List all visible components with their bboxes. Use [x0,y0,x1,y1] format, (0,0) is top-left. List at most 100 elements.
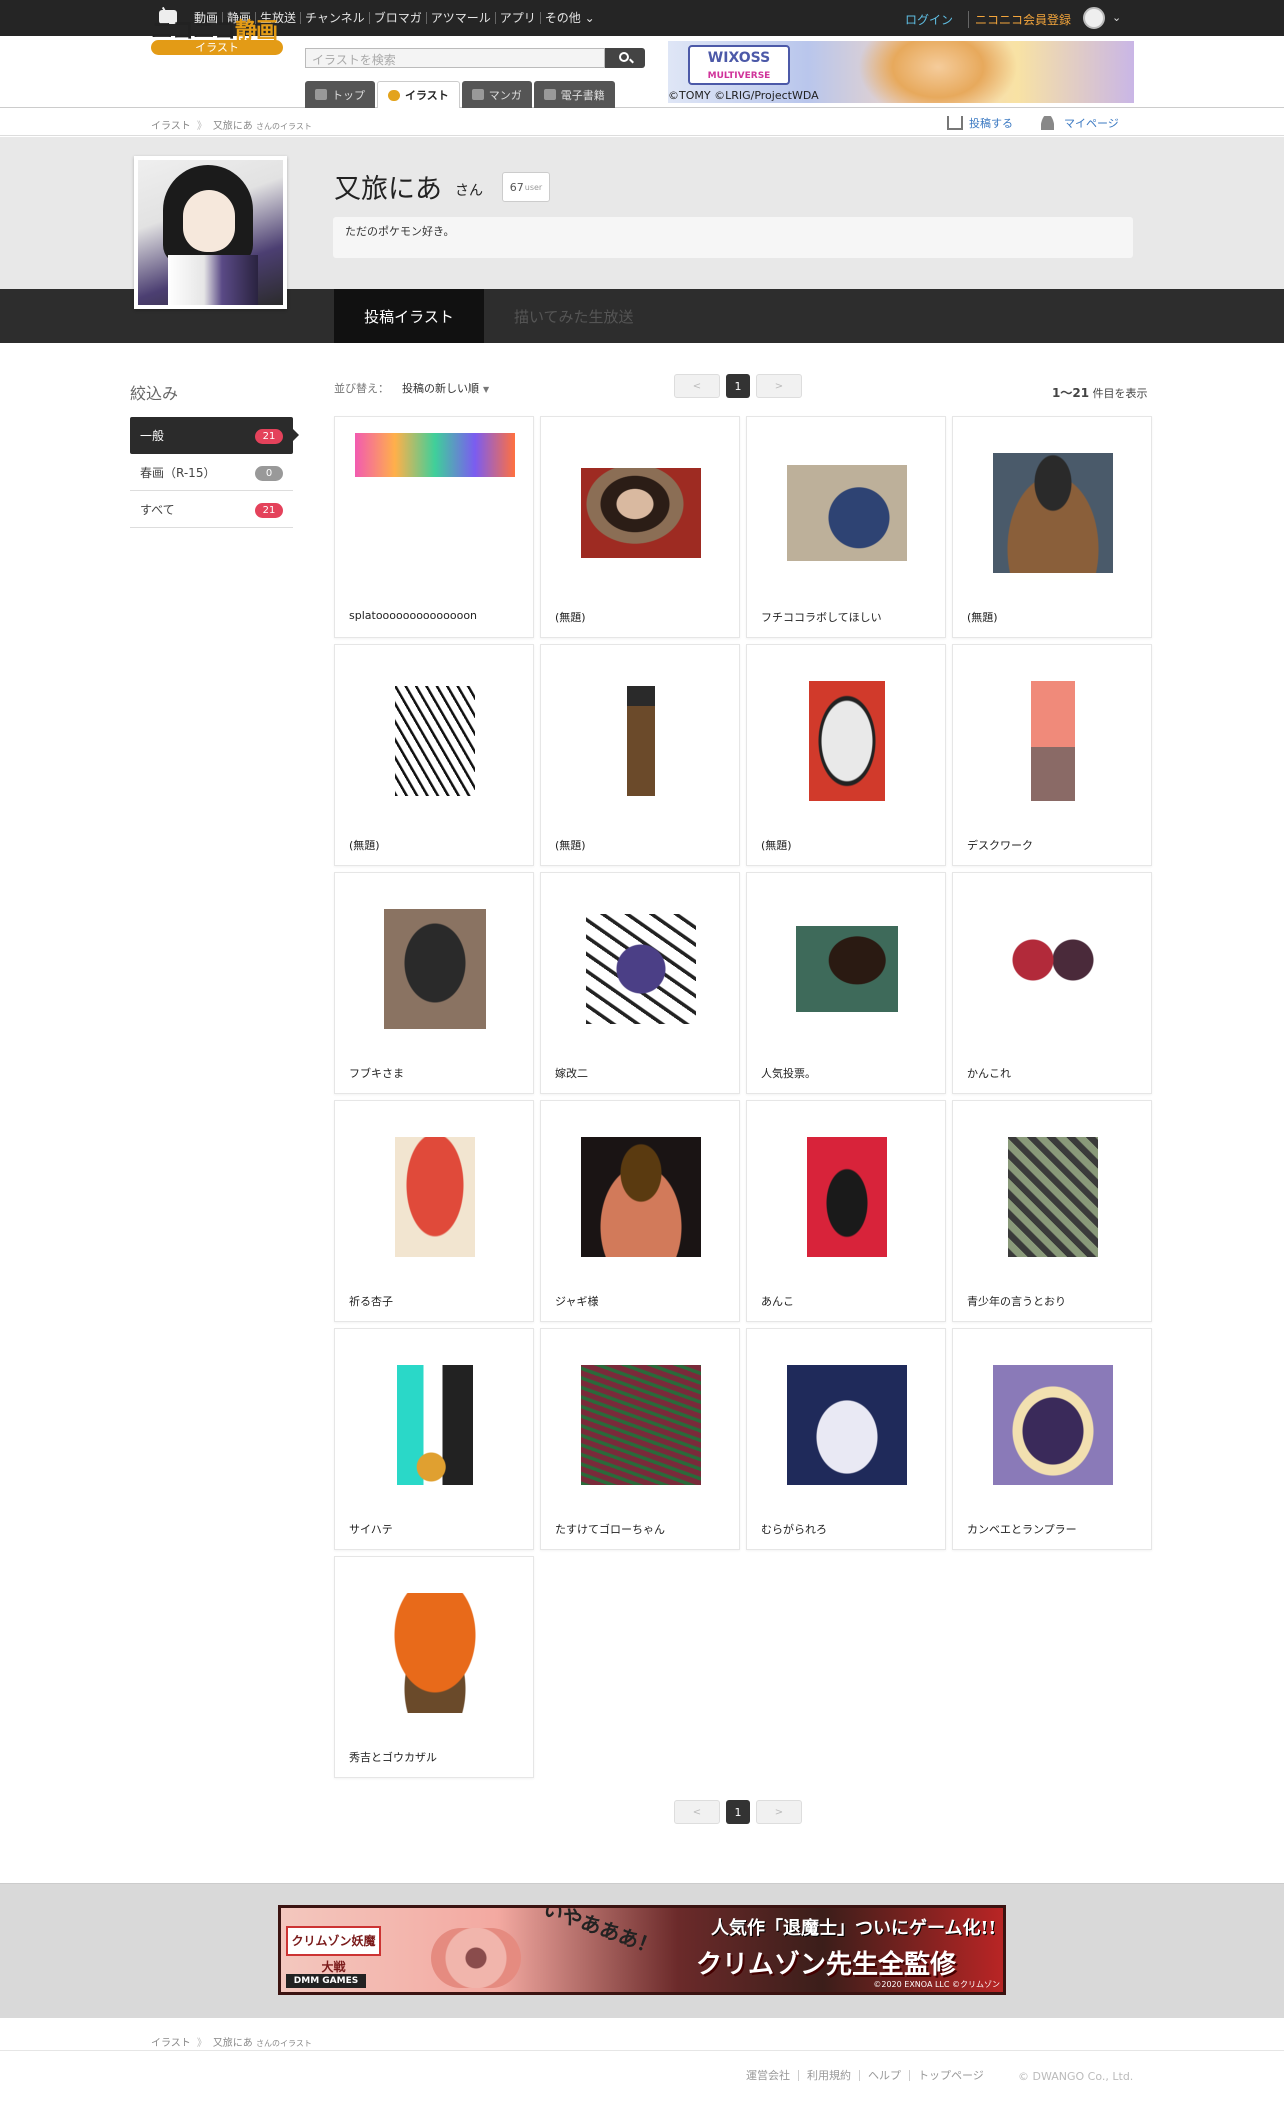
illustration-card[interactable]: 青少年の言うとおり [952,1100,1152,1322]
nav-app[interactable]: アプリ [494,12,540,24]
illustration-card[interactable]: カンベエとランプラー [952,1328,1152,1550]
illustration-title[interactable]: ジャギ様 [555,1293,598,1309]
illustration-card[interactable]: サイハテ [334,1328,534,1550]
footer-link-terms[interactable]: 利用規約 [798,2070,859,2081]
nav-channel[interactable]: チャンネル [300,12,369,24]
illustration-card[interactable]: 嫁改二 [540,872,740,1094]
illustration-title[interactable]: あんこ [761,1293,794,1309]
illustration-thumbnail[interactable] [973,433,1133,593]
footer-link-top[interactable]: トップページ [909,2070,992,2081]
filter-all[interactable]: すべて 21 [130,491,293,528]
illustration-title[interactable]: 青少年の言うとおり [967,1293,1066,1309]
tab-illust[interactable]: イラスト [377,81,460,108]
search-input[interactable]: イラストを検索 [305,48,605,68]
illustration-title[interactable]: かんこれ [967,1065,1011,1081]
chevron-down-icon[interactable]: ⌄ [1112,11,1121,24]
illustration-card[interactable]: (無題) [746,644,946,866]
illustration-thumbnail[interactable] [355,661,515,821]
prev-page-button[interactable]: < [674,1800,720,1824]
illustration-title[interactable]: デスクワーク [967,837,1033,853]
illustration-card[interactable]: デスクワーク [952,644,1152,866]
illustration-thumbnail[interactable] [561,889,721,1049]
illustration-title[interactable]: 嫁改二 [555,1065,588,1081]
illustration-thumbnail[interactable] [561,661,721,821]
illustration-card[interactable]: 秀吉とゴウカザル [334,1556,534,1778]
illustration-title[interactable]: (無題) [555,837,586,853]
illustration-card[interactable]: むらがられろ [746,1328,946,1550]
illustration-title[interactable]: カンベエとランプラー [967,1521,1077,1537]
illustration-thumbnail[interactable] [767,1345,927,1505]
illustration-thumbnail[interactable] [355,889,515,1049]
illustration-card[interactable]: (無題) [540,644,740,866]
illustration-title[interactable]: (無題) [967,609,998,625]
illustration-title[interactable]: (無題) [761,837,792,853]
filter-general[interactable]: 一般 21 [130,417,299,454]
tab-top[interactable]: トップ [305,81,375,108]
illustration-card[interactable]: フブキさま [334,872,534,1094]
register-link[interactable]: ニコニコ会員登録 [968,11,1071,28]
illustration-title[interactable]: 秀吉とゴウカザル [349,1749,437,1765]
illustration-title[interactable]: (無題) [349,837,380,853]
illustration-card[interactable]: ジャギ様 [540,1100,740,1322]
page-number[interactable]: 1 [726,1800,750,1824]
illustration-card[interactable]: (無題) [540,416,740,638]
site-logo[interactable]: ニコニコ静画 イラスト [151,13,283,57]
footer-link-company[interactable]: 運営会社 [738,2070,798,2081]
breadcrumb-root[interactable]: イラスト [151,117,191,132]
illustration-title[interactable]: サイハテ [349,1521,393,1537]
illustration-card[interactable]: フチココラボしてほしい [746,416,946,638]
illustration-card[interactable]: あんこ [746,1100,946,1322]
nav-other[interactable]: その他 ⌄ [539,12,599,24]
illustration-card[interactable]: 祈る杏子 [334,1100,534,1322]
nav-blomaga[interactable]: ブロマガ [368,12,426,24]
illustration-title[interactable]: フブキさま [349,1065,404,1081]
illustration-title[interactable]: (無題) [555,609,586,625]
illustration-title[interactable]: むらがられろ [761,1521,827,1537]
illustration-title[interactable]: 人気投票。 [761,1065,816,1081]
illustration-thumbnail[interactable] [767,661,927,821]
illustration-thumbnail[interactable] [973,661,1133,821]
login-link[interactable]: ログイン [905,11,953,28]
header-ad-banner[interactable]: WIXOSS MULTIVERSE ©TOMY ©LRIG/ProjectWDA [668,41,1134,103]
illustration-thumbnail[interactable] [561,1345,721,1505]
illustration-thumbnail[interactable] [973,1117,1133,1277]
illustration-thumbnail[interactable] [561,433,721,593]
page-number[interactable]: 1 [726,374,750,398]
footer-ad-banner[interactable]: クリムゾン妖魔大戦 DMM GAMES いやあああ！ 人気作「退魔士」ついにゲー… [278,1905,1006,1995]
illustration-card[interactable]: splatoooooooooooooon [334,416,534,638]
illustration-title[interactable]: フチココラボしてほしい [761,609,882,625]
tab-manga[interactable]: マンガ [461,81,532,108]
illustration-thumbnail[interactable] [767,1117,927,1277]
search-button[interactable] [605,48,645,68]
user-avatar-icon[interactable] [1083,7,1105,29]
filter-r15[interactable]: 春画（R-15） 0 [130,454,293,491]
illustration-card[interactable]: たすけてゴローちゃん [540,1328,740,1550]
tab-drawing-live[interactable]: 描いてみた生放送 [514,289,634,343]
illustration-thumbnail[interactable] [355,1573,515,1733]
mypage-link[interactable]: マイページ [1041,115,1119,131]
next-page-button[interactable]: > [756,1800,802,1824]
breadcrumb-root[interactable]: イラスト [151,2034,191,2049]
illustration-title[interactable]: たすけてゴローちゃん [555,1521,665,1537]
illustration-thumbnail[interactable] [355,1117,515,1277]
illustration-card[interactable]: (無題) [952,416,1152,638]
sort-dropdown[interactable]: 投稿の新しい順 ▼ [402,380,489,396]
illustration-thumbnail[interactable] [767,889,927,1049]
tab-ebook[interactable]: 電子書籍 [533,81,615,108]
illustration-thumbnail[interactable] [355,1345,515,1505]
illustration-card[interactable]: 人気投票。 [746,872,946,1094]
illustration-title[interactable]: 祈る杏子 [349,1293,393,1309]
illustration-thumbnail[interactable] [973,889,1133,1049]
illustration-title[interactable]: splatoooooooooooooon [349,609,477,622]
footer-link-help[interactable]: ヘルプ [859,2070,909,2081]
prev-page-button[interactable]: < [674,374,720,398]
tab-posted-illust[interactable]: 投稿イラスト [334,289,484,343]
nav-atsumaru[interactable]: アツマール [425,12,495,24]
illustration-card[interactable]: かんこれ [952,872,1152,1094]
next-page-button[interactable]: > [756,374,802,398]
illustration-thumbnail[interactable] [355,433,515,593]
post-button[interactable]: 投稿する [947,115,1013,131]
illustration-thumbnail[interactable] [973,1345,1133,1505]
illustration-thumbnail[interactable] [561,1117,721,1277]
illustration-thumbnail[interactable] [767,433,927,593]
